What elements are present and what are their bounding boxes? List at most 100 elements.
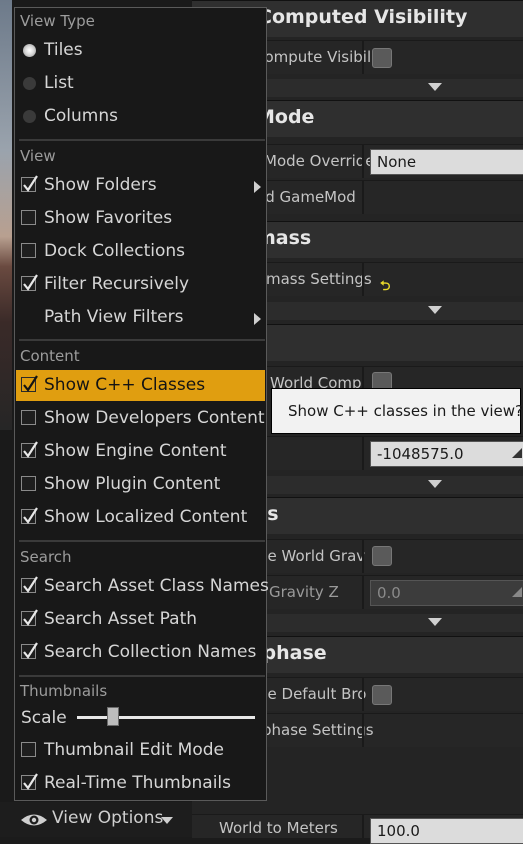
menu-section-header: View [20,147,56,165]
menu-item-real-time-thumbnails[interactable]: Real-Time Thumbnails [16,768,265,799]
menu-item-thumbnail-edit-mode[interactable]: Thumbnail Edit Mode [16,735,265,766]
spin-corner-icon [512,448,522,458]
menu-item-label: Show C++ Classes [44,375,206,395]
section-title: Computed Visibility [258,6,468,28]
checkbox-icon [21,609,38,626]
menu-divider [19,675,265,677]
menu-item-label: Path View Filters [44,307,184,327]
property-row-world-to-meters: World to Meters 100.0 [192,814,523,844]
submenu-arrow-icon [254,181,261,193]
menu-item-list[interactable]: List [16,68,265,99]
menu-item-label: Columns [44,106,118,126]
compute-visibility-checkbox[interactable] [372,48,392,68]
menu-section-header: Thumbnails [20,682,108,700]
property-label: de Default Bro [258,685,367,703]
menu-item-tiles[interactable]: Tiles [16,35,265,66]
property-label: mass Settings [266,270,372,288]
mode-override-dropdown[interactable]: None [370,149,523,175]
checkmark-icon [23,576,38,593]
menu-item-show-favorites[interactable]: Show Favorites [16,203,265,234]
menu-item-label: Search Asset Class Names [44,576,269,596]
checkbox-icon [21,410,36,425]
menu-item-label: Show Plugin Content [44,474,221,494]
menu-divider [19,339,265,341]
menu-item-label: List [44,73,74,93]
menu-section-header: View Type [20,12,95,30]
world-to-meters-input[interactable]: 100.0 [370,818,523,844]
column-separator [362,437,364,470]
scale-label: Scale [21,708,67,728]
menu-item-label: Thumbnail Edit Mode [44,740,224,760]
checkmark-icon [23,175,38,192]
world-bound-input[interactable]: -1048575.0 [370,441,523,467]
gravity-z-input[interactable]: 0.0 [370,580,523,606]
menu-item-dock-collections[interactable]: Dock Collections [16,236,265,267]
menu-item-show-localized-content[interactable]: Show Localized Content [16,502,265,533]
checkmark-icon [23,375,38,392]
menu-divider [19,139,265,141]
submenu-arrow-icon [254,313,261,325]
menu-item-show-engine-content[interactable]: Show Engine Content [16,436,265,467]
checkbox-icon [21,507,38,524]
checkbox-icon [21,441,38,458]
checkbox-icon [21,773,38,790]
column-separator [362,145,364,178]
menu-item-show-folders[interactable]: Show Folders [16,170,265,201]
checkbox-icon [21,210,36,225]
column-separator [362,714,364,747]
eye-icon[interactable] [20,812,48,828]
radio-icon [23,77,36,90]
number-value: 0.0 [377,584,401,602]
expand-arrow-icon [428,83,442,91]
checkbox-icon [21,375,38,392]
column-separator [362,540,364,573]
property-label: ed GameMod [256,188,356,206]
menu-item-filter-recursively[interactable]: Filter Recursively [16,269,265,300]
tooltip: Show C++ classes in the view? [271,388,523,434]
override-broadphase-checkbox[interactable] [372,685,392,705]
menu-item-path-view-filters[interactable]: Path View Filters [16,302,265,333]
checkbox-icon [21,742,36,757]
checkmark-icon [23,441,38,458]
checkmark-icon [23,507,38,524]
menu-section-header: Search [20,548,72,566]
menu-item-label: Show Localized Content [44,507,248,527]
slider-handle[interactable] [106,707,119,726]
menu-section-header: Content [20,347,80,365]
checkbox-icon [21,576,38,593]
view-options-button[interactable]: View Options [52,808,163,828]
view-options-menu: View Type Tiles List Columns View Show F… [14,7,269,801]
menu-item-search-asset-path[interactable]: Search Asset Path [16,604,265,635]
property-label: Gravity Z [269,583,339,601]
spin-corner-icon [512,587,522,597]
number-value: 100.0 [377,822,420,840]
property-label: World to Meters [219,819,338,837]
menu-item-show-cpp-classes[interactable]: Show C++ Classes [16,370,265,401]
checkmark-icon [23,642,38,659]
menu-item-show-plugin-content[interactable]: Show Plugin Content [16,469,265,500]
checkmark-icon [23,773,38,790]
menu-item-label: Show Developers Content [44,408,265,428]
expand-arrow-icon [428,480,442,488]
menu-item-label: Real-Time Thumbnails [44,773,232,793]
chevron-down-icon[interactable] [161,817,173,824]
dropdown-value: None [377,153,417,171]
property-label: Compute Visibility [254,48,391,66]
checkmark-icon [23,609,38,626]
menu-item-search-asset-class-names[interactable]: Search Asset Class Names [16,571,269,602]
column-separator [362,263,364,296]
property-label: phase Settings [262,721,374,739]
menu-item-search-collection-names[interactable]: Search Collection Names [16,637,265,668]
menu-item-columns[interactable]: Columns [16,101,265,132]
expand-arrow-icon [428,306,442,314]
expand-arrow-icon [428,618,442,626]
thumbnail-scale-slider[interactable] [77,716,255,719]
menu-item-show-developers-content[interactable]: Show Developers Content [16,403,265,434]
number-value: -1048575.0 [377,445,464,463]
tooltip-text: Show C++ classes in the view? [288,402,523,420]
override-gravity-checkbox[interactable] [372,546,392,566]
reset-arrow-icon[interactable]: ⮌ [380,277,390,299]
menu-item-label: Show Folders [44,175,157,195]
viewport-edge [0,0,12,430]
menu-item-label: Tiles [44,40,83,60]
